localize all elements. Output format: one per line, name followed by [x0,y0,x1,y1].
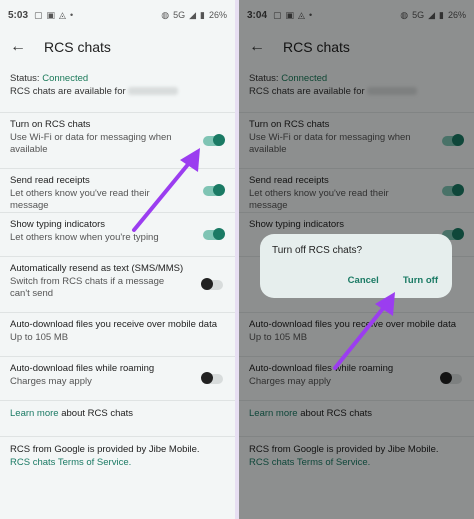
turn-off-button[interactable]: Turn off [403,275,438,286]
setting-subtitle: Charges may apply [10,375,92,387]
toggle-knob [213,183,225,196]
dot-icon: • [69,10,74,20]
rcs-status: Status: Connected RCS chats are availabl… [0,72,235,112]
toggle-switch[interactable] [203,227,225,240]
setting-title: Send read receipts [10,175,90,186]
setting-subtitle: Let others know when you're typing [10,231,159,243]
toggle-knob [201,277,213,290]
app-bar: ← RCS chats [0,30,235,64]
location-icon: ◬ [59,9,66,20]
terms-of-service-link[interactable]: RCS chats Terms of Service. [10,456,225,469]
setting-title: Automatically resend as text (SMS/MMS) [10,263,184,274]
right-screen: 3:04 ▢ ▣ ◬ • ◍ 5G ◢ ▮ 26% ← RCS chats St… [239,0,474,519]
setting-subtitle: Switch from RCS chats if a message can't… [10,275,165,300]
setting-read-receipts[interactable]: Send read receipts Let others know you'v… [0,168,235,212]
toggle-switch[interactable] [203,133,225,146]
notification-icons: ▢ ▣ ◬ • [34,10,73,21]
availability-text: RCS chats are available for [10,86,126,97]
status-value: Connected [42,73,89,84]
left-screen: 5:03 ▢ ▣ ◬ • ◍ 5G ◢ ▮ 26% ← RCS chats St… [0,0,235,519]
status-bar: 5:03 ▢ ▣ ◬ • ◍ 5G ◢ ▮ 26% [0,0,235,30]
setting-auto-download-mobile[interactable]: Auto-download files you receive over mob… [0,312,235,356]
system-icons: ◍ 5G ◢ ▮ 26% [161,10,227,21]
learn-more-row: Learn more about RCS chats [0,400,235,436]
setting-title: Show typing indicators [10,219,106,230]
toggle-switch[interactable] [201,371,223,384]
chat-icon: ▢ [34,9,43,20]
hotspot-icon: ◍ [161,9,170,20]
cancel-button[interactable]: Cancel [348,275,379,286]
network-type: 5G [173,10,186,20]
setting-turn-on-rcs[interactable]: Turn on RCS chats Use Wi-Fi or data for … [0,112,235,168]
setting-subtitle: Up to 105 MB [10,331,69,343]
learn-more-link[interactable]: Learn more [10,408,59,419]
status-label: Status: [10,73,40,84]
battery-icon: ▮ [200,9,205,20]
photo-icon: ▣ [46,9,56,20]
setting-auto-resend[interactable]: Automatically resend as text (SMS/MMS) S… [0,256,235,312]
dialog-title: Turn off RCS chats? [272,245,363,256]
setting-title: Turn on RCS chats [10,119,91,130]
settings-content: Status: Connected RCS chats are availabl… [0,72,235,475]
setting-auto-download-roaming[interactable]: Auto-download files while roaming Charge… [0,356,235,400]
toggle-knob [201,371,213,384]
turn-off-dialog: Turn off RCS chats? Cancel Turn off [260,234,452,298]
provider-text: RCS from Google is provided by Jibe Mobi… [10,444,200,455]
toggle-switch[interactable] [203,183,225,196]
setting-typing-indicators[interactable]: Show typing indicators Let others know w… [0,212,235,256]
setting-subtitle: Use Wi-Fi or data for messaging when ava… [10,131,172,156]
dialog-actions: Cancel Turn off [348,275,438,286]
provider-info: RCS from Google is provided by Jibe Mobi… [0,436,235,475]
redacted-number [128,87,179,96]
signal-icon: ◢ [189,9,197,20]
setting-subtitle: Let others know you've read their messag… [10,187,150,212]
back-arrow-icon[interactable]: ← [10,38,34,56]
toggle-knob [213,227,225,240]
battery-percent: 26% [208,10,227,20]
learn-more-text: about RCS chats [61,408,134,419]
setting-title: Auto-download files you receive over mob… [10,319,218,330]
status-time: 5:03 [8,9,29,21]
setting-title: Auto-download files while roaming [10,363,155,374]
page-title: RCS chats [44,39,111,55]
toggle-switch[interactable] [201,277,223,290]
toggle-knob [213,133,225,146]
